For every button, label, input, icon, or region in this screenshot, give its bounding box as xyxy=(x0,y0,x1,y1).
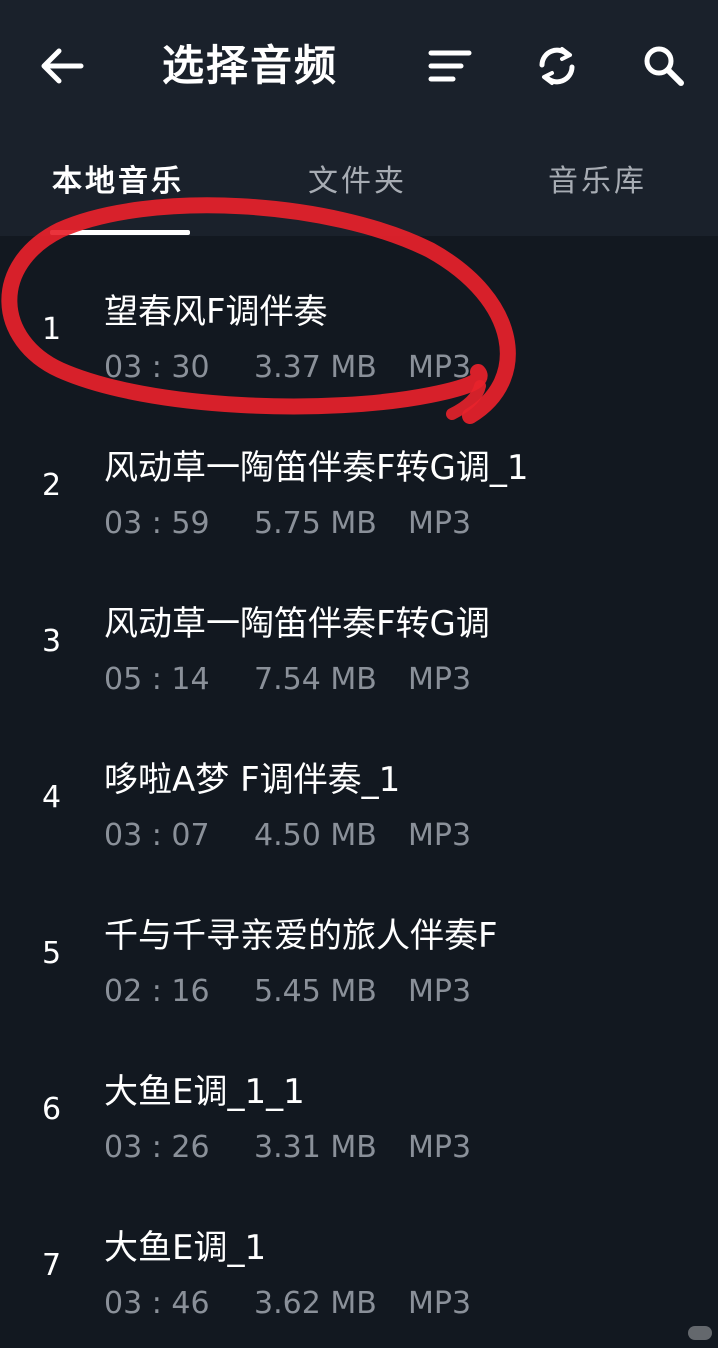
track-index: 1 xyxy=(42,312,62,347)
search-icon xyxy=(644,46,684,86)
search-button[interactable] xyxy=(638,40,690,92)
track-name: 哆啦A梦 F调伴奏_1 xyxy=(104,760,401,800)
watermark-badge xyxy=(688,1326,712,1340)
arrow-left-icon xyxy=(41,48,84,84)
active-tab-indicator xyxy=(50,230,190,235)
track-size: 5.45 MB xyxy=(254,974,377,1009)
page-title: 选择音频 xyxy=(162,41,339,90)
track-duration: 05 : 14 xyxy=(104,662,210,697)
track-format: MP3 xyxy=(408,506,472,541)
track-duration: 03 : 46 xyxy=(104,1286,210,1321)
track-size: 3.31 MB xyxy=(254,1130,377,1165)
track-index: 6 xyxy=(42,1092,62,1127)
sort-button[interactable] xyxy=(424,40,476,92)
track-format: MP3 xyxy=(408,1130,472,1165)
tab-bar: 本地音乐 文件夹 音乐库 xyxy=(0,150,718,236)
track-row[interactable]: 5 千与千寻亲爱的旅人伴奏F 02 : 16 5.45 MB MP3 xyxy=(0,860,718,1016)
track-format: MP3 xyxy=(408,1286,472,1321)
back-button[interactable] xyxy=(36,40,88,92)
track-index: 3 xyxy=(42,624,62,659)
track-size: 3.62 MB xyxy=(254,1286,377,1321)
track-format: MP3 xyxy=(408,662,472,697)
track-size: 4.50 MB xyxy=(254,818,377,853)
track-row[interactable]: 7 大鱼E调_1 03 : 46 3.62 MB MP3 xyxy=(0,1172,718,1328)
track-name: 大鱼E调_1_1 xyxy=(104,1072,305,1112)
track-index: 2 xyxy=(42,468,62,503)
track-format: MP3 xyxy=(408,350,472,385)
track-list: 1 望春风F调伴奏 03 : 30 3.37 MB MP3 2 风动草一陶笛伴奏… xyxy=(0,236,718,1328)
track-name: 大鱼E调_1 xyxy=(104,1228,267,1268)
track-row[interactable]: 4 哆啦A梦 F调伴奏_1 03 : 07 4.50 MB MP3 xyxy=(0,704,718,860)
tab-music-library[interactable]: 音乐库 xyxy=(548,162,647,202)
track-row[interactable]: 3 风动草一陶笛伴奏F转G调 05 : 14 7.54 MB MP3 xyxy=(0,548,718,704)
track-size: 3.37 MB xyxy=(254,350,377,385)
sort-lines-icon xyxy=(428,50,472,82)
refresh-button[interactable] xyxy=(531,40,583,92)
track-size: 7.54 MB xyxy=(254,662,377,697)
refresh-icon xyxy=(539,47,575,85)
app-header: 选择音频 本地音乐 文件夹 音乐库 xyxy=(0,0,718,236)
track-name: 望春风F调伴奏 xyxy=(104,292,328,332)
track-name: 千与千寻亲爱的旅人伴奏F xyxy=(104,916,498,956)
track-index: 5 xyxy=(42,936,62,971)
track-format: MP3 xyxy=(408,974,472,1009)
track-duration: 02 : 16 xyxy=(104,974,210,1009)
track-duration: 03 : 07 xyxy=(104,818,210,853)
track-duration: 03 : 26 xyxy=(104,1130,210,1165)
track-index: 4 xyxy=(42,780,62,815)
track-duration: 03 : 30 xyxy=(104,350,210,385)
track-row[interactable]: 2 风动草一陶笛伴奏F转G调_1 03 : 59 5.75 MB MP3 xyxy=(0,392,718,548)
track-name: 风动草一陶笛伴奏F转G调_1 xyxy=(104,448,529,488)
track-duration: 03 : 59 xyxy=(104,506,210,541)
track-format: MP3 xyxy=(408,818,472,853)
track-row[interactable]: 1 望春风F调伴奏 03 : 30 3.37 MB MP3 xyxy=(0,236,718,392)
track-row[interactable]: 6 大鱼E调_1_1 03 : 26 3.31 MB MP3 xyxy=(0,1016,718,1172)
track-index: 7 xyxy=(42,1248,62,1283)
track-name: 风动草一陶笛伴奏F转G调 xyxy=(104,604,490,644)
tab-folder[interactable]: 文件夹 xyxy=(308,162,407,202)
track-size: 5.75 MB xyxy=(254,506,377,541)
tab-local-music[interactable]: 本地音乐 xyxy=(52,162,184,202)
